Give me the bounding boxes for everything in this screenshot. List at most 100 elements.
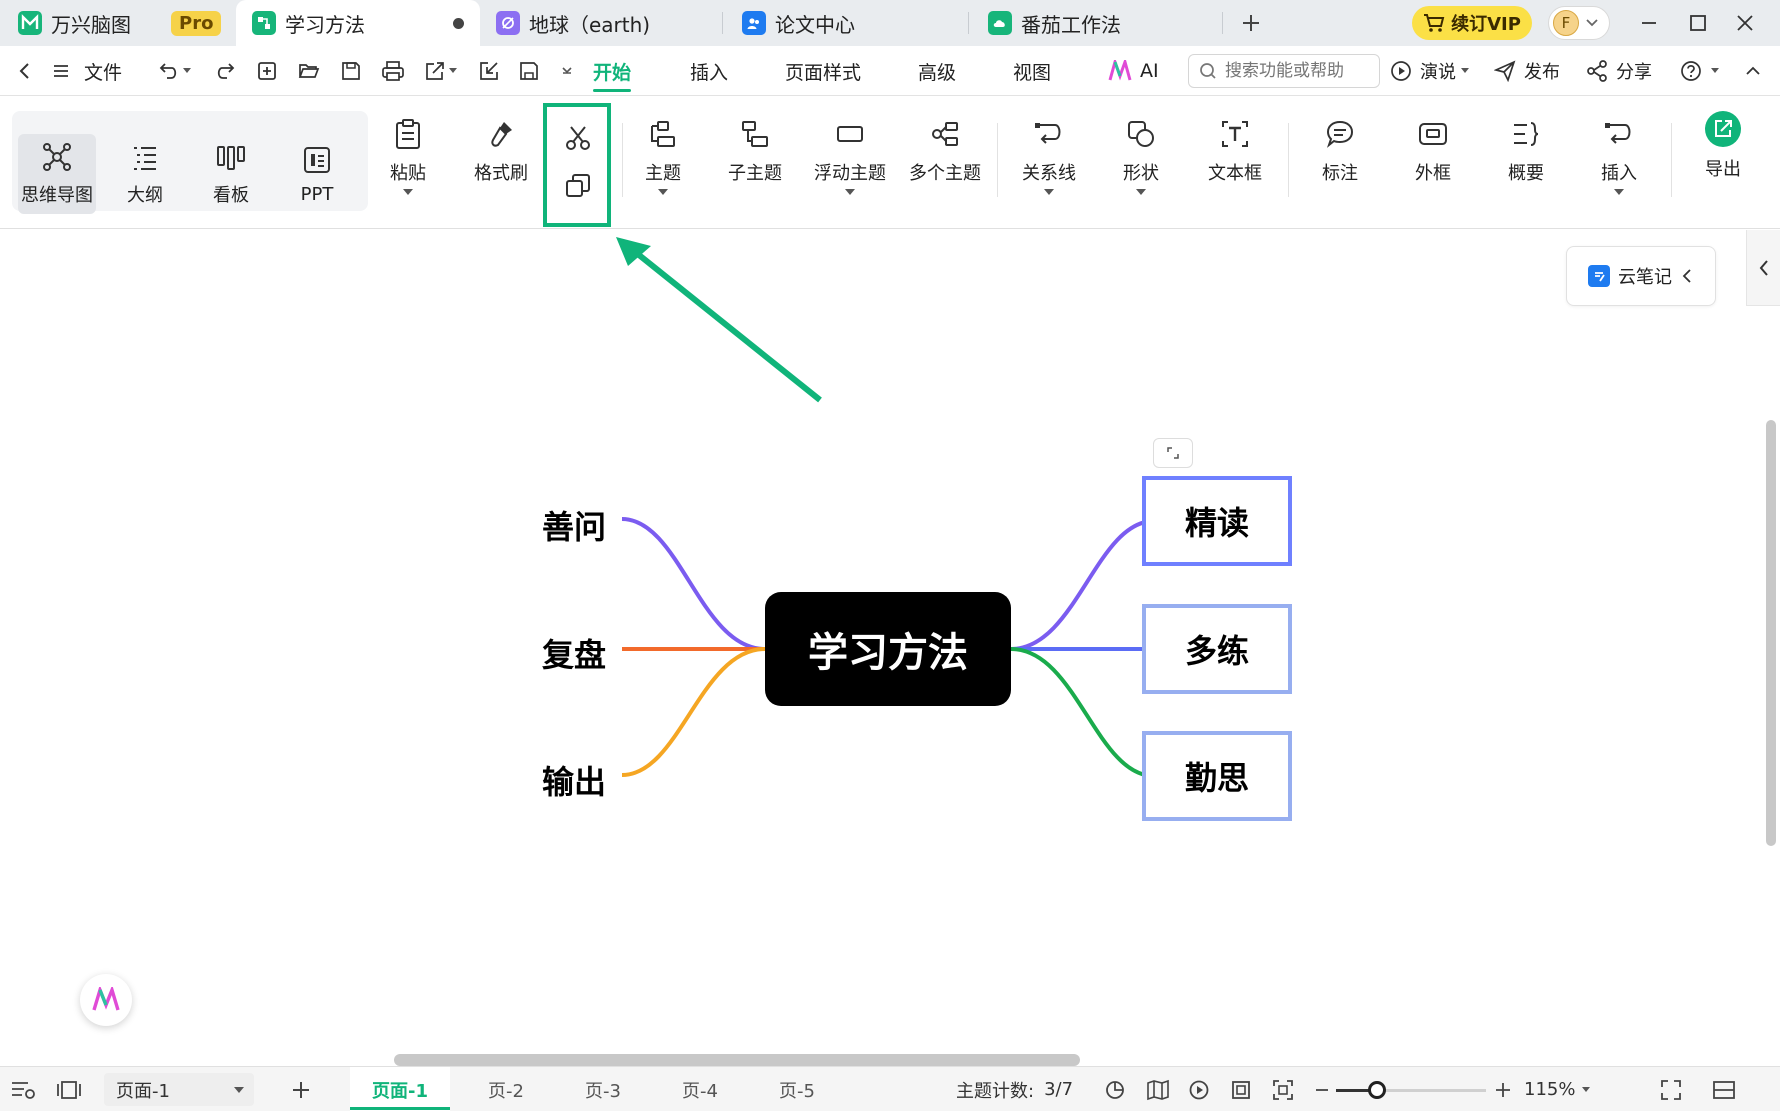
relationship-button[interactable]: 关系线 bbox=[1004, 117, 1094, 207]
horizontal-scrollbar[interactable] bbox=[394, 1054, 1080, 1066]
import-icon[interactable] bbox=[476, 58, 502, 84]
undo-dropdown-icon[interactable] bbox=[180, 58, 194, 84]
ribbon-toolbar: 思维导图 大纲 看板 PPT 粘贴 格式刷 主题 子主题 浮动主题 多个主题 关… bbox=[0, 97, 1780, 229]
page-tab-2[interactable]: 页-2 bbox=[456, 1067, 556, 1111]
minimize-button[interactable] bbox=[1634, 8, 1664, 38]
ppt-view-button[interactable]: PPT bbox=[278, 134, 356, 214]
app-tab[interactable]: 万兴脑图 Pro bbox=[18, 0, 222, 46]
topic-right-3[interactable]: 勤思 bbox=[1142, 731, 1292, 821]
central-topic[interactable]: 学习方法 bbox=[765, 592, 1011, 706]
search-input[interactable] bbox=[1225, 61, 1375, 81]
theme-icon[interactable] bbox=[1104, 1067, 1126, 1111]
search-field[interactable] bbox=[1188, 54, 1380, 88]
cloud-note-button[interactable]: 云笔记 bbox=[1566, 246, 1716, 306]
topic-right-1[interactable]: 精读 bbox=[1142, 476, 1292, 566]
tab-page-style[interactable]: 页面样式 bbox=[785, 46, 861, 96]
split-view-icon[interactable] bbox=[1712, 1067, 1736, 1111]
back-icon[interactable] bbox=[12, 58, 38, 84]
outline-view-button[interactable]: 大纲 bbox=[106, 134, 184, 214]
ai-assistant-button[interactable] bbox=[80, 974, 132, 1026]
redo-icon[interactable] bbox=[212, 58, 238, 84]
close-button[interactable] bbox=[1730, 8, 1760, 38]
topic-left-3[interactable]: 输出 bbox=[516, 757, 606, 803]
side-panel-toggle[interactable] bbox=[1746, 230, 1780, 306]
new-file-icon[interactable] bbox=[254, 58, 280, 84]
maximize-button[interactable] bbox=[1683, 8, 1713, 38]
zoom-level-select[interactable]: 115% bbox=[1524, 1067, 1591, 1111]
collapse-ribbon-icon[interactable] bbox=[1740, 58, 1766, 84]
collapse-toggle-icon[interactable] bbox=[1153, 438, 1193, 468]
renew-vip-button[interactable]: 续订VIP bbox=[1412, 6, 1532, 40]
export-button[interactable]: 导出 bbox=[1678, 111, 1768, 201]
present-button[interactable]: 演说 bbox=[1390, 46, 1478, 96]
insert-button[interactable]: 插入 bbox=[1574, 117, 1664, 207]
boundary-button[interactable]: 外框 bbox=[1388, 117, 1478, 207]
copy-icon[interactable] bbox=[563, 171, 593, 201]
add-page-plus-icon[interactable] bbox=[290, 1067, 312, 1111]
unsaved-dot-icon bbox=[453, 18, 464, 29]
undo-icon[interactable] bbox=[156, 58, 182, 84]
tab-advanced[interactable]: 高级 bbox=[918, 46, 956, 96]
publish-button[interactable]: 发布 bbox=[1494, 46, 1560, 96]
shape-button[interactable]: 形状 bbox=[1096, 117, 1186, 207]
textbox-button[interactable]: 文本框 bbox=[1190, 117, 1280, 207]
export-share-icon[interactable] bbox=[422, 58, 448, 84]
page-layout-icon[interactable] bbox=[56, 1067, 82, 1111]
zoom-out-icon[interactable] bbox=[1314, 1067, 1330, 1111]
floating-topic-button[interactable]: 浮动主题 bbox=[805, 117, 895, 207]
topic-count-label: 主题计数: bbox=[956, 1080, 1035, 1102]
tab-divider bbox=[1222, 12, 1223, 34]
tab-insert[interactable]: 插入 bbox=[690, 46, 728, 96]
tab-ai[interactable]: AI bbox=[1108, 46, 1159, 96]
tab-view[interactable]: 视图 bbox=[1013, 46, 1051, 96]
menu-hamburger-icon[interactable] bbox=[48, 58, 74, 84]
topic-left-1[interactable]: 善问 bbox=[516, 502, 606, 548]
callout-button[interactable]: 标注 bbox=[1295, 117, 1385, 207]
page-tab-1[interactable]: 页面-1 bbox=[350, 1067, 450, 1111]
tab-doc-lunwen[interactable]: 论文中心 bbox=[742, 0, 855, 46]
help-button[interactable] bbox=[1680, 46, 1728, 96]
multiple-topics-button[interactable]: 多个主题 bbox=[900, 117, 990, 207]
branch-line-right-top bbox=[1010, 519, 1155, 651]
fullscreen-icon[interactable] bbox=[1660, 1067, 1682, 1111]
tab-doc-xuexi[interactable]: 学习方法 bbox=[236, 0, 480, 46]
page-tab-5[interactable]: 页-5 bbox=[747, 1067, 847, 1111]
vertical-scrollbar[interactable] bbox=[1766, 420, 1776, 846]
export-dropdown-icon[interactable] bbox=[446, 58, 460, 84]
topic-left-2[interactable]: 复盘 bbox=[516, 630, 606, 676]
kanban-view-button[interactable]: 看板 bbox=[192, 134, 270, 214]
page-select[interactable]: 页面-1 bbox=[104, 1073, 254, 1106]
format-painter-button[interactable]: 格式刷 bbox=[456, 117, 546, 207]
zoom-slider-handle[interactable] bbox=[1367, 1081, 1386, 1099]
cut-scissors-icon[interactable] bbox=[563, 123, 593, 153]
summary-brace-icon bbox=[1509, 117, 1543, 151]
menu-file[interactable]: 文件 bbox=[84, 46, 122, 96]
share-button[interactable]: 分享 bbox=[1586, 46, 1652, 96]
tab-doc-earth[interactable]: 地球（earth) bbox=[496, 0, 650, 46]
more-chevron-icon[interactable] bbox=[554, 58, 580, 84]
mindmap-canvas[interactable]: 学习方法 善问 复盘 输出 精读 多练 勤思 云笔记 bbox=[0, 230, 1780, 1066]
topic-right-2[interactable]: 多练 bbox=[1142, 604, 1292, 694]
tab-doc-fanqie[interactable]: 番茄工作法 bbox=[988, 0, 1121, 46]
user-avatar-menu[interactable]: F bbox=[1548, 6, 1610, 40]
save-icon[interactable] bbox=[338, 58, 364, 84]
topic-button[interactable]: 主题 bbox=[618, 117, 708, 207]
tab-start[interactable]: 开始 bbox=[593, 46, 632, 96]
summary-button[interactable]: 概要 bbox=[1481, 117, 1571, 207]
layers-icon[interactable] bbox=[10, 1067, 36, 1111]
mindmap-view-button[interactable]: 思维导图 bbox=[18, 134, 96, 214]
page-tab-4[interactable]: 页-4 bbox=[650, 1067, 750, 1111]
open-folder-icon[interactable] bbox=[296, 58, 322, 84]
subtopic-button[interactable]: 子主题 bbox=[710, 117, 800, 207]
fit-page-icon[interactable] bbox=[1230, 1067, 1252, 1111]
zoom-slider[interactable] bbox=[1336, 1081, 1486, 1099]
fit-screen-icon[interactable] bbox=[1272, 1067, 1294, 1111]
play-icon[interactable] bbox=[1188, 1067, 1210, 1111]
new-tab-plus-icon[interactable] bbox=[1236, 8, 1266, 38]
zoom-in-icon[interactable] bbox=[1494, 1067, 1512, 1111]
save-as-icon[interactable] bbox=[516, 58, 542, 84]
paste-button[interactable]: 粘贴 bbox=[363, 117, 453, 207]
book-view-icon[interactable] bbox=[1146, 1067, 1170, 1111]
print-icon[interactable] bbox=[380, 58, 406, 84]
page-tab-3[interactable]: 页-3 bbox=[553, 1067, 653, 1111]
